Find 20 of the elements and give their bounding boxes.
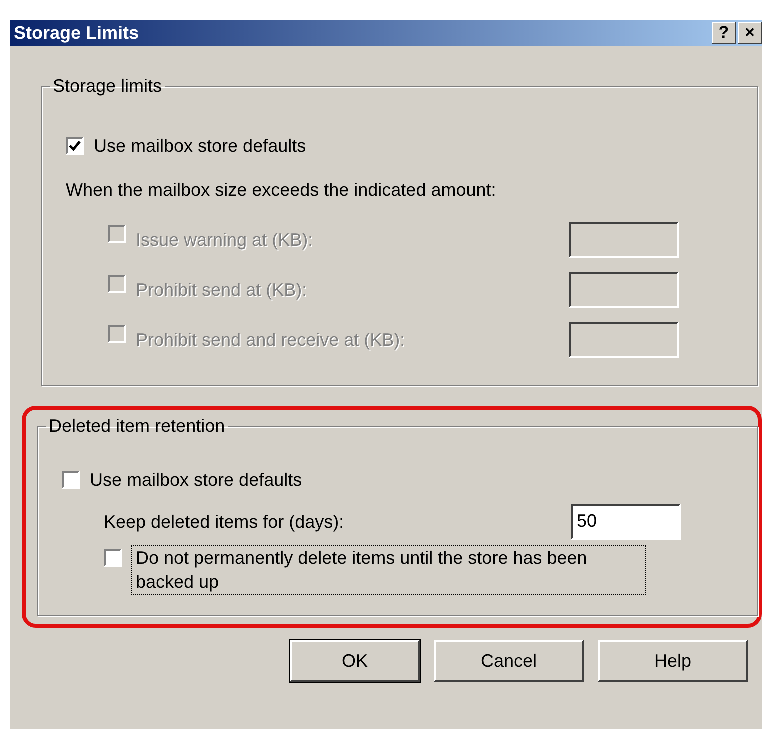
checkbox-label[interactable]: Use mailbox store defaults [94,134,306,158]
group-label: Storage limits [52,75,164,98]
group-label: Deleted item retention [48,415,226,438]
checkbox[interactable] [62,471,80,489]
field-label: Keep deleted items for (days): [104,511,346,534]
description-text: When the mailbox size exceeds the indicated amount: [66,179,496,202]
checkbox-label[interactable]: Do not permanently delete items until the store has been backed up [132,546,645,594]
checkbox-label[interactable]: Use mailbox store defaults [90,468,302,492]
close-button[interactable]: × [738,22,762,44]
checkbox[interactable] [104,549,122,567]
dialog-button[interactable]: Help [598,640,748,682]
input-field[interactable]: 50 [571,504,681,540]
dialog-button[interactable]: OK [290,640,420,682]
checkbox[interactable] [66,137,84,155]
input-field[interactable] [569,272,679,308]
input-field[interactable] [569,222,679,258]
window-title: Storage Limits [14,22,140,44]
input-field[interactable] [569,322,679,358]
help-button[interactable]: ? [712,22,736,44]
dialog-button[interactable]: Cancel [434,640,584,682]
